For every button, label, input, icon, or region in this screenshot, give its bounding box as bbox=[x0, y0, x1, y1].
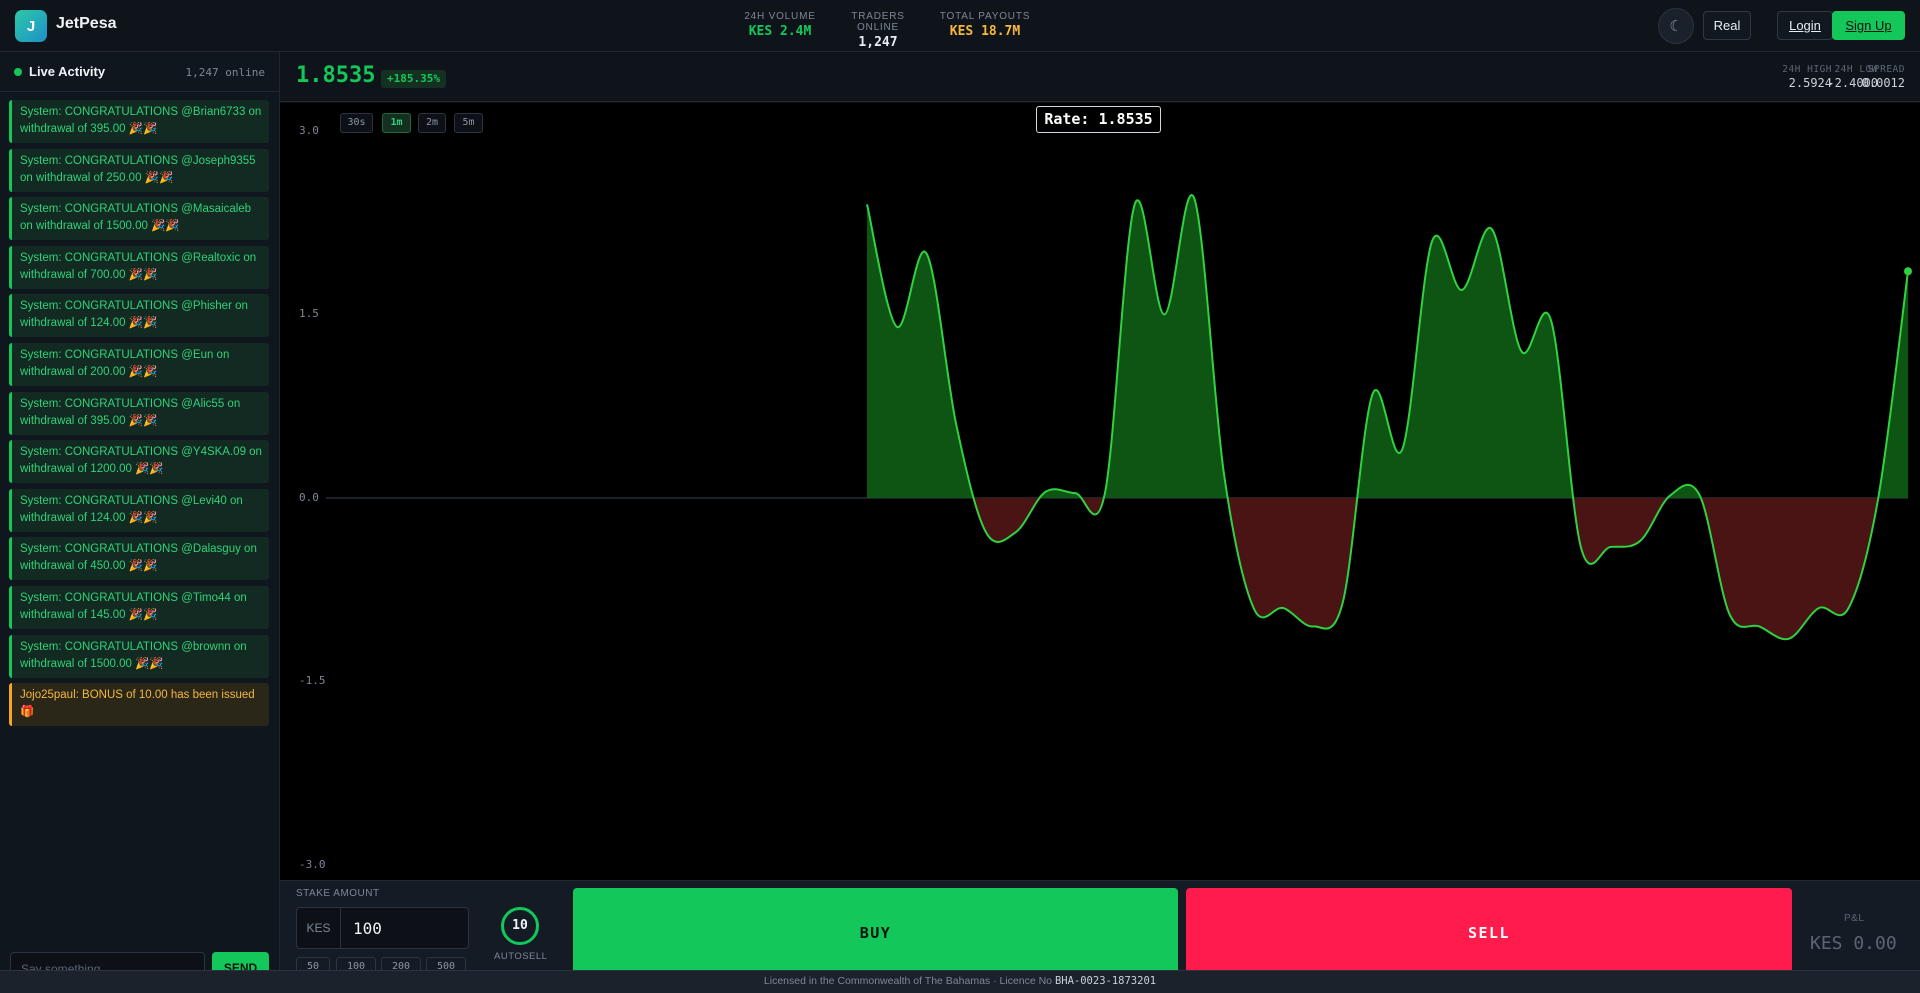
rate-chart-svg bbox=[326, 194, 1912, 641]
pl-label: P&L bbox=[1844, 913, 1865, 924]
license-number: BHA-0023-1873201 bbox=[1054, 975, 1157, 987]
timeframe-30s[interactable]: 30s bbox=[340, 113, 373, 133]
license-text: Licensed in the Commonwealth of The Baha… bbox=[763, 975, 1053, 987]
pl-value: KES 0.00 bbox=[1810, 933, 1897, 954]
login-button[interactable]: Login bbox=[1777, 11, 1833, 40]
sidebar-header: Live Activity 1,247 online bbox=[0, 52, 279, 92]
live-dot-icon bbox=[14, 68, 22, 76]
activity-message: System: CONGRATULATIONS @Phisher on with… bbox=[9, 294, 269, 338]
current-point bbox=[1904, 267, 1912, 276]
stat-traders-online: TRADERS ONLINE 1,247 bbox=[830, 11, 926, 50]
online-count: 1,247 online bbox=[185, 66, 265, 79]
top-bar: J JetPesa 24H VOLUME KES 2.4M TRADERS ON… bbox=[0, 0, 1920, 52]
rate-change-badge: +185.35% bbox=[381, 70, 446, 88]
live-activity-sidebar: Live Activity 1,247 online System: CONGR… bbox=[0, 52, 280, 982]
rate-chart[interactable]: 3.0 1.5 0.0 -1.5 -3.0 30s 1m 2m 5m Rate:… bbox=[280, 103, 1920, 880]
sell-button[interactable]: SELL bbox=[1186, 888, 1792, 978]
rate-stat-label: 24H HIGH bbox=[1782, 64, 1832, 75]
stat-label: TRADERS ONLINE bbox=[851, 11, 905, 33]
activity-message: System: CONGRATULATIONS @Eun on withdraw… bbox=[9, 342, 269, 386]
activity-message: System: CONGRATULATIONS @Realtoxic on wi… bbox=[9, 245, 269, 289]
y-tick-label: -1.5 bbox=[299, 674, 326, 687]
y-tick-label: 0.0 bbox=[299, 491, 319, 504]
activity-message: System: CONGRATULATIONS @Alic55 on withd… bbox=[9, 391, 269, 435]
bonus-message: Jojo25paul: BONUS of 10.00 has been issu… bbox=[9, 683, 269, 727]
stake-value[interactable]: 100 bbox=[353, 919, 382, 938]
stake-label: STAKE AMOUNT bbox=[296, 888, 380, 899]
timeframe-1m[interactable]: 1m bbox=[382, 113, 411, 133]
y-tick-label: 1.5 bbox=[299, 307, 319, 320]
timeframe-5m[interactable]: 5m bbox=[454, 113, 483, 133]
stat-label: TOTAL PAYOUTS bbox=[939, 11, 1031, 22]
stat-24h-high: 24H HIGH 2.5924 bbox=[1782, 64, 1832, 90]
activity-message: System: CONGRATULATIONS @Joseph9355 on w… bbox=[9, 148, 269, 192]
autosell-counter[interactable]: 10 bbox=[501, 907, 539, 945]
buy-button[interactable]: BUY bbox=[573, 888, 1178, 978]
account-real-button[interactable]: Real bbox=[1703, 11, 1751, 40]
signup-button[interactable]: Sign Up bbox=[1832, 11, 1905, 40]
current-rate: 1.8535 bbox=[296, 63, 376, 88]
stake-input[interactable]: KES 100 bbox=[296, 907, 469, 949]
moon-icon: ☾ bbox=[1669, 18, 1683, 35]
stat-label: 24H VOLUME bbox=[744, 11, 816, 22]
timeframe-2m[interactable]: 2m bbox=[418, 113, 446, 133]
rate-stat-value: 0.0012 bbox=[1861, 76, 1905, 90]
y-tick-label: -3.0 bbox=[299, 858, 326, 871]
trade-panel: STAKE AMOUNT KES 100 50 100 200 500 10 A… bbox=[280, 880, 1920, 978]
negative-area bbox=[867, 498, 1908, 640]
stat-spread: SPREAD 0.0012 bbox=[1862, 64, 1905, 90]
activity-message: System: CONGRATULATIONS @brownn on withd… bbox=[9, 634, 269, 678]
theme-toggle-button[interactable]: ☾ bbox=[1658, 8, 1694, 44]
rate-stat-value: 2.5924 bbox=[1788, 76, 1832, 90]
stake-currency: KES bbox=[297, 908, 341, 948]
activity-message: System: CONGRATULATIONS @Timo44 on withd… bbox=[9, 585, 269, 629]
activity-message: System: CONGRATULATIONS @Levi40 on withd… bbox=[9, 488, 269, 532]
app-name[interactable]: JetPesa bbox=[56, 15, 117, 33]
sidebar-title: Live Activity bbox=[29, 64, 106, 79]
y-tick-label: 3.0 bbox=[299, 124, 319, 137]
activity-message: System: CONGRATULATIONS @Y4SKA.09 on wit… bbox=[9, 440, 269, 484]
activity-message: System: CONGRATULATIONS @Masaicaleb on w… bbox=[9, 197, 269, 241]
logo-icon[interactable]: J bbox=[15, 10, 47, 42]
rate-tooltip: Rate: 1.8535 bbox=[1036, 106, 1161, 133]
stat-value: KES 18.7M bbox=[949, 24, 1021, 39]
rate-header: 1.8535 +185.35% 24H HIGH 2.5924 24H LOW … bbox=[280, 52, 1920, 102]
activity-message: System: CONGRATULATIONS @Brian6733 on wi… bbox=[9, 100, 269, 143]
stat-value: 1,247 bbox=[858, 35, 898, 50]
rate-stat-label: SPREAD bbox=[1867, 64, 1905, 75]
license-footer: Licensed in the Commonwealth of The Baha… bbox=[0, 970, 1920, 993]
activity-feed[interactable]: System: CONGRATULATIONS @Brian6733 on wi… bbox=[9, 100, 269, 732]
activity-message: System: CONGRATULATIONS @Dalasguy on wit… bbox=[9, 537, 269, 581]
autosell-label: AUTOSELL bbox=[494, 951, 548, 962]
stat-24h-volume: 24H VOLUME KES 2.4M bbox=[738, 11, 822, 39]
stat-total-payouts: TOTAL PAYOUTS KES 18.7M bbox=[938, 11, 1032, 39]
stat-value: KES 2.4M bbox=[748, 24, 812, 39]
